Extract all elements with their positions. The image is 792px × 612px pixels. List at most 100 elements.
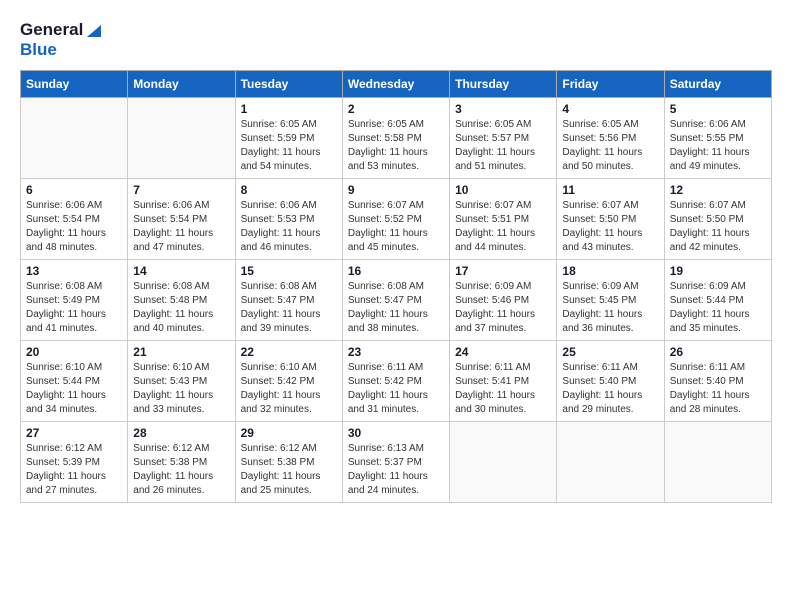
calendar-cell: 22Sunrise: 6:10 AM Sunset: 5:42 PM Dayli… xyxy=(235,341,342,422)
day-number: 5 xyxy=(670,102,766,116)
day-number: 13 xyxy=(26,264,122,278)
day-detail: Sunrise: 6:13 AM Sunset: 5:37 PM Dayligh… xyxy=(348,442,444,498)
day-number: 9 xyxy=(348,183,444,197)
day-detail: Sunrise: 6:06 AM Sunset: 5:55 PM Dayligh… xyxy=(670,118,766,174)
day-detail: Sunrise: 6:05 AM Sunset: 5:56 PM Dayligh… xyxy=(562,118,658,174)
calendar-week-row: 27 Sunrise: 6:12 AM Sunset: 5:39 PM Dayli… xyxy=(21,422,772,503)
day-number: 4 xyxy=(562,102,658,116)
header-sunday: Sunday xyxy=(21,71,128,98)
day-number: 23 xyxy=(348,345,444,359)
day-detail: Sunrise: 6:05 AM Sunset: 5:58 PM Dayligh… xyxy=(348,118,444,174)
calendar-cell: 18 Sunrise: 6:09 AM Sunset: 5:45 PM Dayli… xyxy=(557,260,664,341)
day-detail: Sunrise: 6:08 AM Sunset: 5:49 PM Dayligh… xyxy=(26,280,122,336)
calendar-cell: 12 Sunrise: 6:07 AM Sunset: 5:50 PM Dayli… xyxy=(664,179,771,260)
day-number: 19 xyxy=(670,264,766,278)
day-detail: Sunrise: 6:06 AM Sunset: 5:54 PM Dayligh… xyxy=(26,199,122,255)
header-friday: Friday xyxy=(557,71,664,98)
header-monday: Monday xyxy=(128,71,235,98)
day-detail: Sunrise: 6:05 AM Sunset: 5:57 PM Dayligh… xyxy=(455,118,551,174)
day-number: 11 xyxy=(562,183,658,197)
logo-blue-text: Blue xyxy=(20,40,57,59)
calendar-cell: 6 Sunrise: 6:06 AM Sunset: 5:54 PM Daylig… xyxy=(21,179,128,260)
logo-triangle-icon xyxy=(85,21,103,39)
day-detail: Sunrise: 6:07 AM Sunset: 5:52 PM Dayligh… xyxy=(348,199,444,255)
page-header: General Blue xyxy=(20,20,772,60)
day-detail: Sunrise: 6:11 AM Sunset: 5:41 PM Dayligh… xyxy=(455,361,551,417)
day-number: 20 xyxy=(26,345,122,359)
calendar-cell: 2 Sunrise: 6:05 AM Sunset: 5:58 PM Daylig… xyxy=(342,98,449,179)
day-detail: Sunrise: 6:11 AM Sunset: 5:42 PM Dayligh… xyxy=(348,361,444,417)
day-detail: Sunrise: 6:07 AM Sunset: 5:51 PM Dayligh… xyxy=(455,199,551,255)
calendar-cell: 16 Sunrise: 6:08 AM Sunset: 5:47 PM Dayli… xyxy=(342,260,449,341)
day-detail: Sunrise: 6:05 AM Sunset: 5:59 PM Dayligh… xyxy=(241,118,337,174)
calendar-cell: 23 Sunrise: 6:11 AM Sunset: 5:42 PM Dayli… xyxy=(342,341,449,422)
day-number: 3 xyxy=(455,102,551,116)
calendar-cell: 14Sunrise: 6:08 AM Sunset: 5:48 PM Dayli… xyxy=(128,260,235,341)
day-detail: Sunrise: 6:08 AM Sunset: 5:48 PM Dayligh… xyxy=(133,280,229,336)
day-number: 16 xyxy=(348,264,444,278)
day-number: 25 xyxy=(562,345,658,359)
day-number: 21 xyxy=(133,345,229,359)
day-detail: Sunrise: 6:09 AM Sunset: 5:44 PM Dayligh… xyxy=(670,280,766,336)
calendar-cell: 1 Sunrise: 6:05 AM Sunset: 5:59 PM Daylig… xyxy=(235,98,342,179)
day-detail: Sunrise: 6:07 AM Sunset: 5:50 PM Dayligh… xyxy=(670,199,766,255)
calendar-cell: 29Sunrise: 6:12 AM Sunset: 5:38 PM Dayli… xyxy=(235,422,342,503)
calendar-cell: 4 Sunrise: 6:05 AM Sunset: 5:56 PM Daylig… xyxy=(557,98,664,179)
day-detail: Sunrise: 6:12 AM Sunset: 5:38 PM Dayligh… xyxy=(133,442,229,498)
header-wednesday: Wednesday xyxy=(342,71,449,98)
calendar-cell: 9 Sunrise: 6:07 AM Sunset: 5:52 PM Daylig… xyxy=(342,179,449,260)
day-number: 8 xyxy=(241,183,337,197)
header-saturday: Saturday xyxy=(664,71,771,98)
calendar-cell: 13 Sunrise: 6:08 AM Sunset: 5:49 PM Dayli… xyxy=(21,260,128,341)
calendar-cell xyxy=(21,98,128,179)
day-detail: Sunrise: 6:12 AM Sunset: 5:39 PM Dayligh… xyxy=(26,442,122,498)
calendar-cell: 27 Sunrise: 6:12 AM Sunset: 5:39 PM Dayli… xyxy=(21,422,128,503)
day-detail: Sunrise: 6:06 AM Sunset: 5:53 PM Dayligh… xyxy=(241,199,337,255)
day-detail: Sunrise: 6:08 AM Sunset: 5:47 PM Dayligh… xyxy=(241,280,337,336)
day-number: 18 xyxy=(562,264,658,278)
calendar-header-row: SundayMondayTuesdayWednesdayThursdayFrid… xyxy=(21,71,772,98)
day-detail: Sunrise: 6:12 AM Sunset: 5:38 PM Dayligh… xyxy=(241,442,337,498)
calendar-cell: 7 Sunrise: 6:06 AM Sunset: 5:54 PM Daylig… xyxy=(128,179,235,260)
day-detail: Sunrise: 6:08 AM Sunset: 5:47 PM Dayligh… xyxy=(348,280,444,336)
day-detail: Sunrise: 6:10 AM Sunset: 5:44 PM Dayligh… xyxy=(26,361,122,417)
calendar-week-row: 20 Sunrise: 6:10 AM Sunset: 5:44 PM Dayli… xyxy=(21,341,772,422)
calendar-cell: 11 Sunrise: 6:07 AM Sunset: 5:50 PM Dayli… xyxy=(557,179,664,260)
day-number: 12 xyxy=(670,183,766,197)
header-thursday: Thursday xyxy=(450,71,557,98)
day-number: 30 xyxy=(348,426,444,440)
calendar-cell xyxy=(664,422,771,503)
day-number: 1 xyxy=(241,102,337,116)
day-detail: Sunrise: 6:09 AM Sunset: 5:45 PM Dayligh… xyxy=(562,280,658,336)
calendar-week-row: 1 Sunrise: 6:05 AM Sunset: 5:59 PM Daylig… xyxy=(21,98,772,179)
calendar-cell: 24Sunrise: 6:11 AM Sunset: 5:41 PM Dayli… xyxy=(450,341,557,422)
day-detail: Sunrise: 6:06 AM Sunset: 5:54 PM Dayligh… xyxy=(133,199,229,255)
calendar-cell: 30 Sunrise: 6:13 AM Sunset: 5:37 PM Dayli… xyxy=(342,422,449,503)
calendar-cell: 17Sunrise: 6:09 AM Sunset: 5:46 PM Dayli… xyxy=(450,260,557,341)
day-number: 10 xyxy=(455,183,551,197)
calendar-cell: 21 Sunrise: 6:10 AM Sunset: 5:43 PM Dayli… xyxy=(128,341,235,422)
calendar-cell xyxy=(128,98,235,179)
calendar-cell xyxy=(450,422,557,503)
calendar-cell: 5 Sunrise: 6:06 AM Sunset: 5:55 PM Daylig… xyxy=(664,98,771,179)
day-detail: Sunrise: 6:07 AM Sunset: 5:50 PM Dayligh… xyxy=(562,199,658,255)
day-number: 27 xyxy=(26,426,122,440)
day-number: 2 xyxy=(348,102,444,116)
logo: General Blue xyxy=(20,20,103,60)
calendar-cell: 15Sunrise: 6:08 AM Sunset: 5:47 PM Dayli… xyxy=(235,260,342,341)
calendar-cell xyxy=(557,422,664,503)
calendar-cell: 19 Sunrise: 6:09 AM Sunset: 5:44 PM Dayli… xyxy=(664,260,771,341)
calendar-cell: 25 Sunrise: 6:11 AM Sunset: 5:40 PM Dayli… xyxy=(557,341,664,422)
day-detail: Sunrise: 6:10 AM Sunset: 5:42 PM Dayligh… xyxy=(241,361,337,417)
calendar-cell: 28Sunrise: 6:12 AM Sunset: 5:38 PM Dayli… xyxy=(128,422,235,503)
calendar-cell: 26Sunrise: 6:11 AM Sunset: 5:40 PM Dayli… xyxy=(664,341,771,422)
day-detail: Sunrise: 6:10 AM Sunset: 5:43 PM Dayligh… xyxy=(133,361,229,417)
day-number: 6 xyxy=(26,183,122,197)
calendar-cell: 3 Sunrise: 6:05 AM Sunset: 5:57 PM Daylig… xyxy=(450,98,557,179)
calendar-week-row: 6 Sunrise: 6:06 AM Sunset: 5:54 PM Daylig… xyxy=(21,179,772,260)
day-number: 7 xyxy=(133,183,229,197)
day-detail: Sunrise: 6:09 AM Sunset: 5:46 PM Dayligh… xyxy=(455,280,551,336)
calendar-week-row: 13 Sunrise: 6:08 AM Sunset: 5:49 PM Dayli… xyxy=(21,260,772,341)
day-detail: Sunrise: 6:11 AM Sunset: 5:40 PM Dayligh… xyxy=(562,361,658,417)
calendar-table: SundayMondayTuesdayWednesdayThursdayFrid… xyxy=(20,70,772,503)
